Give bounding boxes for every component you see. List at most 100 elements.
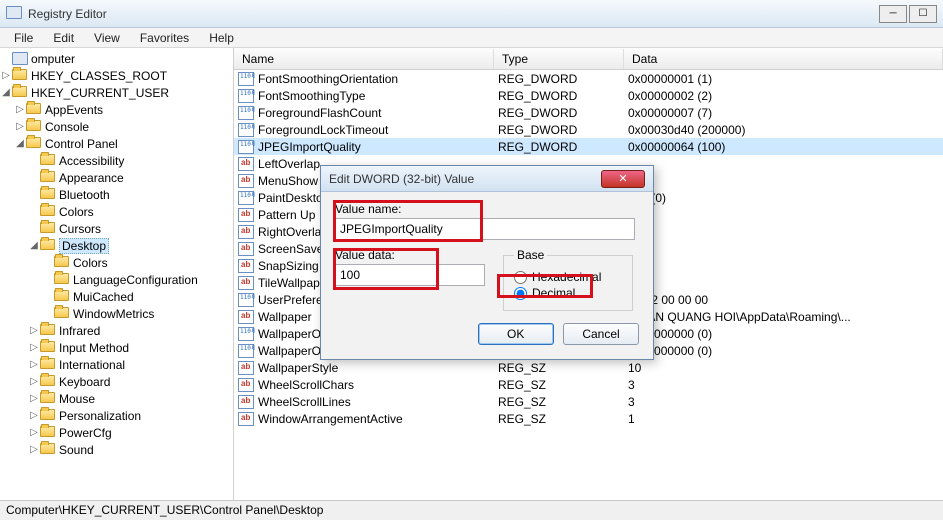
expand-icon[interactable]: ▷ [0, 70, 12, 81]
tree-node[interactable]: ▷ Personalization [0, 407, 233, 424]
tree-node[interactable]: Bluetooth [0, 186, 233, 203]
expand-icon[interactable]: ▷ [28, 444, 40, 455]
expand-icon[interactable]: ▷ [28, 359, 40, 370]
tree-node[interactable]: Colors [0, 203, 233, 220]
dword-icon [238, 140, 254, 154]
menu-help[interactable]: Help [199, 29, 244, 47]
expand-icon[interactable]: ▷ [28, 427, 40, 438]
cell-type: REG_SZ [498, 361, 628, 375]
cell-data: 0x00000002 (2) [628, 89, 943, 103]
dialog-titlebar[interactable]: Edit DWORD (32-bit) Value ✕ [321, 166, 653, 192]
cell-type: REG_SZ [498, 412, 628, 426]
radio-hex[interactable]: Hexadecimal [514, 270, 622, 284]
menu-view[interactable]: View [84, 29, 130, 47]
expand-icon[interactable]: ▷ [28, 410, 40, 421]
tree-node[interactable]: ▷ AppEvents [0, 101, 233, 118]
tree-label: Keyboard [59, 375, 110, 389]
expand-icon[interactable]: ▷ [14, 121, 26, 132]
tree-node[interactable]: ▷Infrared [0, 322, 233, 339]
registry-tree[interactable]: omputer▷HKEY_CLASSES_ROOT◢HKEY_CURRENT_U… [0, 48, 234, 500]
tree-node[interactable]: ▷Sound [0, 441, 233, 458]
list-header[interactable]: Name Type Data [234, 48, 943, 70]
tree-node[interactable]: ▷Mouse [0, 390, 233, 407]
value-data-input[interactable] [335, 264, 485, 286]
tree-node[interactable]: WindowMetrics [0, 305, 233, 322]
folder-icon [40, 205, 56, 218]
folder-icon [12, 69, 28, 82]
string-icon [238, 395, 254, 409]
menu-file[interactable]: File [4, 29, 43, 47]
expand-icon[interactable]: ▷ [14, 104, 26, 115]
tree-node[interactable]: Cursors [0, 220, 233, 237]
folder-icon [40, 222, 56, 235]
folder-icon [40, 341, 56, 354]
list-row[interactable]: FontSmoothingTypeREG_DWORD0x00000002 (2) [234, 87, 943, 104]
tree-node[interactable]: ◢HKEY_CURRENT_USER [0, 84, 233, 101]
tree-node[interactable]: Appearance [0, 169, 233, 186]
expand-icon[interactable]: ▷ [28, 342, 40, 353]
expand-icon[interactable]: ▷ [28, 325, 40, 336]
radio-decimal[interactable]: Decimal [514, 286, 622, 300]
cell-data: 0x00000007 (7) [628, 106, 943, 120]
tree-node[interactable]: Accessibility [0, 152, 233, 169]
folder-icon [40, 188, 56, 201]
tree-node[interactable]: ▷International [0, 356, 233, 373]
tree-node[interactable]: ▷PowerCfg [0, 424, 233, 441]
list-row[interactable]: WheelScrollCharsREG_SZ3 [234, 376, 943, 393]
menu-bar: File Edit View Favorites Help [0, 28, 943, 48]
folder-icon [40, 392, 56, 405]
radio-hex-input[interactable] [514, 271, 527, 284]
list-row[interactable]: ForegroundLockTimeoutREG_DWORD0x00030d40… [234, 121, 943, 138]
list-row[interactable]: JPEGImportQualityREG_DWORD0x00000064 (10… [234, 138, 943, 155]
string-icon [238, 259, 254, 273]
status-bar: Computer\HKEY_CURRENT_USER\Control Panel… [0, 500, 943, 520]
cell-name: ForegroundLockTimeout [258, 123, 498, 137]
cell-type: REG_DWORD [498, 106, 628, 120]
cell-name: WallpaperStyle [258, 361, 498, 375]
tree-label: Personalization [59, 409, 141, 423]
list-row[interactable]: WindowArrangementActiveREG_SZ1 [234, 410, 943, 427]
radio-decimal-input[interactable] [514, 287, 527, 300]
cell-name: WheelScrollChars [258, 378, 498, 392]
col-type[interactable]: Type [494, 49, 624, 69]
expand-icon[interactable]: ▷ [28, 393, 40, 404]
tree-label: AppEvents [45, 103, 103, 117]
cell-data: 1 [628, 412, 943, 426]
col-name[interactable]: Name [234, 49, 494, 69]
cell-data: 3 [628, 395, 943, 409]
string-icon [238, 361, 254, 375]
tree-node[interactable]: LanguageConfiguration [0, 271, 233, 288]
list-row[interactable]: ForegroundFlashCountREG_DWORD0x00000007 … [234, 104, 943, 121]
tree-node[interactable]: MuiCached [0, 288, 233, 305]
ok-button[interactable]: OK [478, 323, 554, 345]
list-row[interactable]: WallpaperStyleREG_SZ10 [234, 359, 943, 376]
tree-node[interactable]: ◢Control Panel [0, 135, 233, 152]
tree-label: Colors [59, 205, 94, 219]
list-row[interactable]: FontSmoothingOrientationREG_DWORD0x00000… [234, 70, 943, 87]
expand-icon[interactable]: ▷ [28, 376, 40, 387]
maximize-button[interactable]: ☐ [909, 5, 937, 23]
tree-node[interactable]: ▷Input Method [0, 339, 233, 356]
expand-icon[interactable]: ◢ [14, 138, 26, 149]
menu-favorites[interactable]: Favorites [130, 29, 199, 47]
dword-icon [238, 106, 254, 120]
cancel-button[interactable]: Cancel [563, 323, 639, 345]
tree-node[interactable]: omputer [0, 50, 233, 67]
expand-icon[interactable]: ◢ [0, 87, 12, 98]
list-row[interactable]: WheelScrollLinesREG_SZ3 [234, 393, 943, 410]
cell-name: FontSmoothingOrientation [258, 72, 498, 86]
tree-node[interactable]: ◢Desktop [0, 237, 233, 254]
dialog-close-button[interactable]: ✕ [601, 170, 645, 188]
minimize-button[interactable]: ─ [879, 5, 907, 23]
string-icon [238, 208, 254, 222]
tree-node[interactable]: ▷Console [0, 118, 233, 135]
folder-icon [40, 324, 56, 337]
expand-icon[interactable]: ◢ [28, 240, 40, 251]
folder-icon [26, 137, 42, 150]
tree-node[interactable]: Colors [0, 254, 233, 271]
menu-edit[interactable]: Edit [43, 29, 84, 47]
tree-node[interactable]: ▷ Keyboard [0, 373, 233, 390]
col-data[interactable]: Data [624, 49, 943, 69]
tree-node[interactable]: ▷HKEY_CLASSES_ROOT [0, 67, 233, 84]
tree-label: Appearance [59, 171, 124, 185]
